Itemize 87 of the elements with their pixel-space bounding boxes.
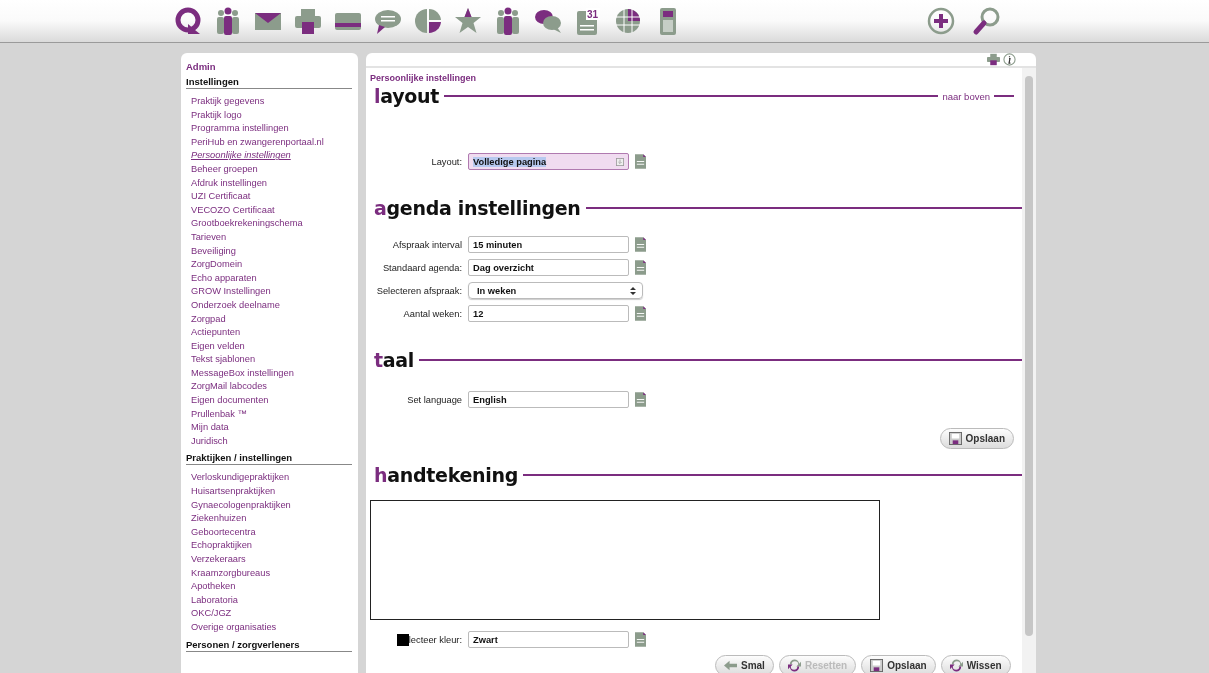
sidebar-link[interactable]: Geboortecentra: [191, 525, 352, 540]
scrollbar-thumb[interactable]: [1025, 76, 1033, 636]
layout-select[interactable]: Volledige pagina: [468, 153, 629, 170]
sidebar-link[interactable]: Echopraktijken: [191, 539, 352, 553]
input-field[interactable]: Dag overzicht: [468, 259, 629, 276]
sidebar-link[interactable]: PeriHub en zwangerenportaal.nl: [191, 135, 352, 150]
sidebar-title: Admin: [186, 61, 217, 72]
sidebar-link[interactable]: Zorgpad: [191, 312, 352, 327]
add-icon[interactable]: [926, 6, 956, 36]
field-label: Afspraak interval: [392, 239, 462, 250]
left-arrow-icon: [724, 659, 737, 672]
note-icon[interactable]: [635, 392, 646, 407]
search-icon[interactable]: [972, 6, 1002, 36]
input-field[interactable]: 15 minuten: [468, 236, 629, 253]
refresh-icon[interactable]: [173, 6, 203, 36]
field-label: Standaard agenda:: [382, 262, 462, 273]
section-heading: agenda instellingen: [374, 197, 581, 219]
sidebar-link[interactable]: OKC/JGZ: [191, 607, 352, 621]
sidebar-link[interactable]: Persoonlijke instellingen: [191, 149, 352, 163]
sidebar-link[interactable]: UZI Certificaat: [191, 190, 352, 204]
field-label: Aantal weken:: [403, 308, 462, 319]
sidebar-link[interactable]: VECOZO Certificaat: [191, 203, 352, 218]
sidebar-link[interactable]: ZorgMail labcodes: [191, 380, 352, 395]
field-label: Selecteren afspraak:: [376, 285, 462, 296]
sidebar-heading: Personen / zorgverleners: [186, 638, 352, 652]
sidebar-link[interactable]: Tarieven: [191, 230, 352, 245]
sidebar-link[interactable]: Verloskundigepraktijken: [191, 471, 352, 486]
note-icon[interactable]: [635, 237, 646, 252]
field-label: Set language: [407, 394, 462, 405]
sidebar-link[interactable]: Juridisch: [191, 434, 352, 449]
field-label: Layout:: [431, 156, 462, 167]
input-field[interactable]: 12: [468, 305, 629, 322]
sidebar-link[interactable]: Mijn data: [191, 421, 352, 435]
back-to-top-link[interactable]: naar boven: [942, 90, 990, 102]
note-icon[interactable]: [635, 260, 646, 275]
sidebar-link[interactable]: Beveiliging: [191, 244, 352, 259]
note-icon[interactable]: [635, 154, 646, 169]
action-button[interactable]: Smal: [715, 655, 774, 673]
sidebar-link[interactable]: Afdruk instellingen: [191, 176, 352, 191]
sidebar-link[interactable]: Laboratoria: [191, 593, 352, 608]
sidebar-link[interactable]: Programma instellingen: [191, 122, 352, 136]
updown-arrows-icon: [629, 285, 637, 296]
sidebar-link[interactable]: Onderzoek deelname: [191, 298, 352, 313]
input-field[interactable]: English: [468, 391, 629, 408]
page-title: Persoonlijke instellingen: [370, 73, 478, 83]
section-heading: layout: [374, 85, 439, 107]
field-label: lecteer kleur:: [408, 634, 462, 645]
sidebar-link[interactable]: Verzekeraars: [191, 553, 352, 567]
sidebar-link[interactable]: Gynaecologenpraktijken: [191, 498, 352, 513]
color-swatch[interactable]: [396, 633, 409, 646]
sidebar-link[interactable]: Kraamzorgbureaus: [191, 566, 352, 581]
sidebar-link[interactable]: Tekst sjablonen: [191, 353, 352, 367]
sidebar-link[interactable]: Beheer groepen: [191, 162, 352, 177]
globe-icon[interactable]: [613, 6, 643, 36]
note-icon[interactable]: [635, 306, 646, 321]
sidebar-link[interactable]: Eigen documenten: [191, 394, 352, 408]
sidebar-link[interactable]: Huisartsenpraktijken: [191, 485, 352, 499]
sidebar-link[interactable]: ZorgDomein: [191, 258, 352, 272]
sidebar-heading: Praktijken / instellingen: [186, 452, 352, 466]
sidebar-link[interactable]: GROW Instellingen: [191, 285, 352, 299]
input-field[interactable]: Zwart: [468, 631, 629, 648]
sidebar-link[interactable]: Apotheken: [191, 580, 352, 594]
printer-icon[interactable]: [293, 6, 323, 36]
sidebar-link[interactable]: Praktijk gegevens: [191, 95, 352, 109]
select-field[interactable]: In weken: [468, 282, 643, 299]
sidebar-link[interactable]: Grootboekrekeningschema: [191, 217, 352, 231]
signature-canvas[interactable]: [370, 500, 880, 620]
sidebar-link[interactable]: Echo apparaten: [191, 271, 352, 286]
sidebar-link[interactable]: Ziekenhuizen: [191, 512, 352, 526]
sidebar-link[interactable]: Eigen velden: [191, 339, 352, 354]
action-button[interactable]: Wissen: [940, 655, 1011, 673]
sidebar-heading: Instellingen: [186, 76, 352, 89]
pie-icon[interactable]: [413, 6, 443, 36]
printer-icon[interactable]: [987, 53, 1000, 66]
action-button[interactable]: Opslaan: [939, 428, 1014, 449]
section-heading: taal: [374, 349, 415, 371]
sidebar-link[interactable]: Overige organisaties: [191, 620, 352, 635]
info-icon[interactable]: [1003, 53, 1016, 66]
sidebar-link[interactable]: MessageBox instellingen: [191, 366, 352, 381]
action-button[interactable]: Opslaan: [861, 655, 936, 673]
cycle-arrows-icon: [949, 659, 963, 672]
sidebar-link[interactable]: Prullenbak ™: [191, 407, 352, 422]
sidebar-link[interactable]: Praktijk logo: [191, 108, 352, 123]
sidebar-link[interactable]: Actiepunten: [191, 326, 352, 340]
note-icon[interactable]: [635, 632, 646, 647]
cycle-arrows-icon: [787, 659, 801, 672]
section-heading: handtekening: [374, 464, 519, 486]
